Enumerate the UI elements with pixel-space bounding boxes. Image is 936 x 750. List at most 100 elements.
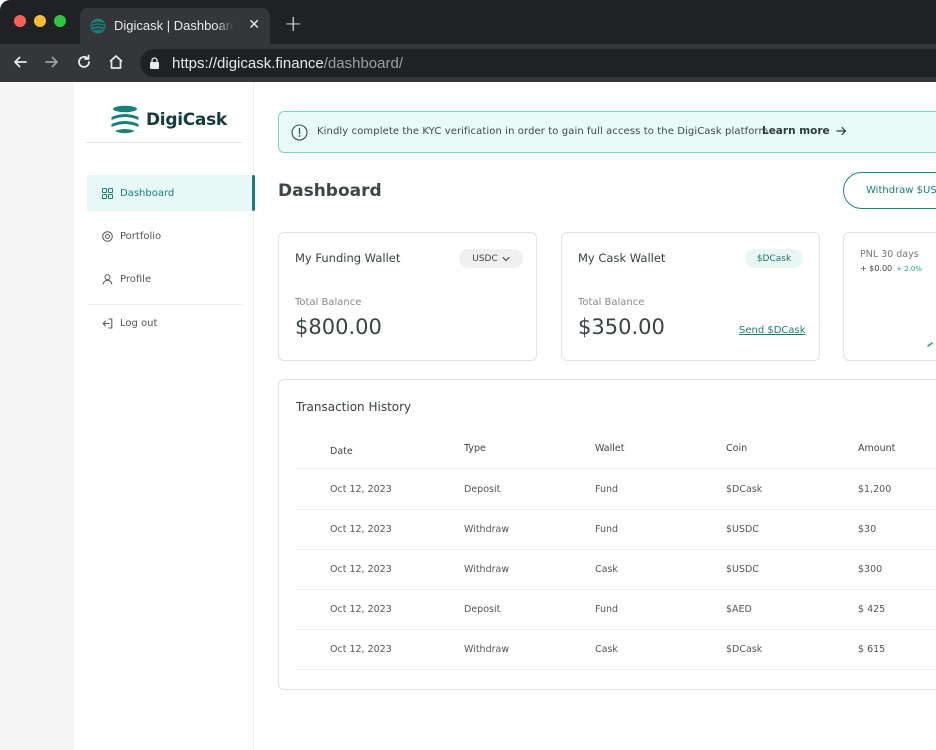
cell-coin: $DCask [726,644,763,655]
cask-balance-label: Total Balance [578,297,645,308]
home-icon[interactable] [106,52,126,72]
cell-type: Withdraw [464,644,510,655]
cell-date: Oct 12, 2023 [330,524,392,535]
table-row[interactable]: Oct 12, 2023 Withdraw Cask $USDC $300 [296,550,936,590]
table-header: Date Type Wallet Coin Amount [296,431,936,469]
currency-select[interactable]: USDC [459,249,523,268]
arrow-right-icon [836,126,846,136]
brand-logo[interactable]: DigiCask [110,104,227,136]
pnl-change: + 2.0% [896,265,923,273]
cask-balance-amount: $350.00 [578,315,665,339]
transaction-history-card: Transaction History Date Type Wallet Coi… [278,379,936,690]
cell-wallet: Cask [595,564,618,575]
funding-balance-amount: $800.00 [295,315,382,339]
maximize-window-button[interactable] [54,15,66,27]
page: DigiCask Dashboard Portfolio Profile Log… [0,82,936,750]
lock-icon [150,57,159,69]
sidebar-item-label: Portfolio [120,230,162,242]
cell-amount: $1,200 [858,484,892,495]
target-icon [102,230,113,242]
learn-more-label: Learn more [762,125,830,137]
sidebar-item-label: Log out [120,317,158,329]
tab-close-icon[interactable]: ✕ [248,16,260,34]
new-tab-button[interactable]: + [284,12,302,38]
cell-amount: $ 425 [858,604,886,615]
page-title: Dashboard [278,181,382,201]
cell-amount: $300 [858,564,883,575]
cell-wallet: Fund [595,484,619,495]
cell-amount: $ 615 [858,644,886,655]
table-row[interactable]: Oct 12, 2023 Deposit Fund $AED $ 425 [296,590,936,630]
sidebar-item-label: Dashboard [120,187,175,199]
table-row[interactable]: Oct 12, 2023 Withdraw Cask $DCask $ 615 [296,630,936,670]
cell-type: Withdraw [464,524,510,535]
cell-coin: $USDC [726,564,759,575]
column-header-type: Type [464,443,486,454]
send-dcask-link[interactable]: Send $DCask [739,325,806,336]
sidebar-item-label: Profile [120,273,152,285]
sidebar-item-portfolio[interactable]: Portfolio [87,218,253,254]
pnl-value-row: + $0.00 + 2.0% [860,264,922,273]
pnl-sparkline [927,342,933,347]
cask-wallet-card: My Cask Wallet $DCask Total Balance $350… [561,232,820,361]
cell-type: Deposit [464,604,501,615]
funding-wallet-card: My Funding Wallet USDC Total Balance $80… [278,232,537,361]
cell-wallet: Fund [595,524,619,535]
reload-icon[interactable] [74,52,94,72]
sidebar-item-dashboard[interactable]: Dashboard [87,175,255,211]
info-icon [291,124,308,141]
cell-wallet: Fund [595,604,619,615]
forward-arrow-icon[interactable] [42,52,62,72]
pnl-card: PNL 30 days + $0.00 + 2.0% [843,232,936,361]
currency-select-value: USDC [472,253,498,264]
address-bar[interactable]: https://digicask.finance/dashboard/ [140,49,936,77]
cell-type: Withdraw [464,564,510,575]
browser-tab[interactable]: Digicask | Dashboard ✕ [80,8,270,44]
close-window-button[interactable] [14,15,26,27]
funding-balance-label: Total Balance [295,297,362,308]
user-icon [102,273,113,285]
cell-amount: $30 [858,524,877,535]
cell-date: Oct 12, 2023 [330,604,392,615]
url-text: https://digicask.finance/dashboard/ [172,55,403,72]
pnl-value: + $0.00 [860,264,893,273]
table-row[interactable]: Oct 12, 2023 Withdraw Fund $USDC $30 [296,510,936,550]
cell-type: Deposit [464,484,501,495]
cell-wallet: Cask [595,644,618,655]
sidebar-item-profile[interactable]: Profile [87,261,253,297]
cell-coin: $DCask [726,484,763,495]
kyc-message: Kindly complete the KYC verification in … [317,126,769,137]
page-gutter [0,82,74,750]
cell-date: Oct 12, 2023 [330,644,392,655]
brand-name: DigiCask [146,110,227,130]
cell-coin: $AED [726,604,752,615]
chevron-down-icon [502,256,510,261]
withdraw-usdc-button[interactable]: Withdraw $USDC [843,172,936,209]
cell-date: Oct 12, 2023 [330,564,392,575]
transaction-history-title: Transaction History [296,400,412,414]
sidebar: DigiCask Dashboard Portfolio Profile Log… [74,82,255,750]
digicask-logo-icon [111,105,139,134]
funding-wallet-title: My Funding Wallet [295,251,401,265]
logo-divider [86,142,242,143]
column-header-coin: Coin [726,443,748,454]
main-content: Kindly complete the KYC verification in … [254,82,936,750]
grid-icon [102,187,113,199]
column-header-wallet: Wallet [595,443,625,454]
column-header-date: Date [330,446,353,457]
back-arrow-icon[interactable] [10,52,30,72]
pnl-title: PNL 30 days [860,249,919,260]
browser-toolbar: https://digicask.finance/dashboard/ [0,44,936,82]
cask-wallet-title: My Cask Wallet [578,251,666,265]
browser-chrome: Digicask | Dashboard ✕ + https://digicas… [0,0,936,82]
cell-date: Oct 12, 2023 [330,484,392,495]
minimize-window-button[interactable] [34,15,46,27]
kyc-banner: Kindly complete the KYC verification in … [278,111,936,153]
tab-title: Digicask | Dashboard [114,18,234,33]
sidebar-item-logout[interactable]: Log out [87,305,253,341]
table-row[interactable]: Oct 12, 2023 Deposit Fund $DCask $1,200 [296,470,936,510]
cell-coin: $USDC [726,524,759,535]
learn-more-link[interactable]: Learn more [762,125,847,137]
logout-icon [102,318,113,328]
digicask-favicon-icon [90,18,106,34]
